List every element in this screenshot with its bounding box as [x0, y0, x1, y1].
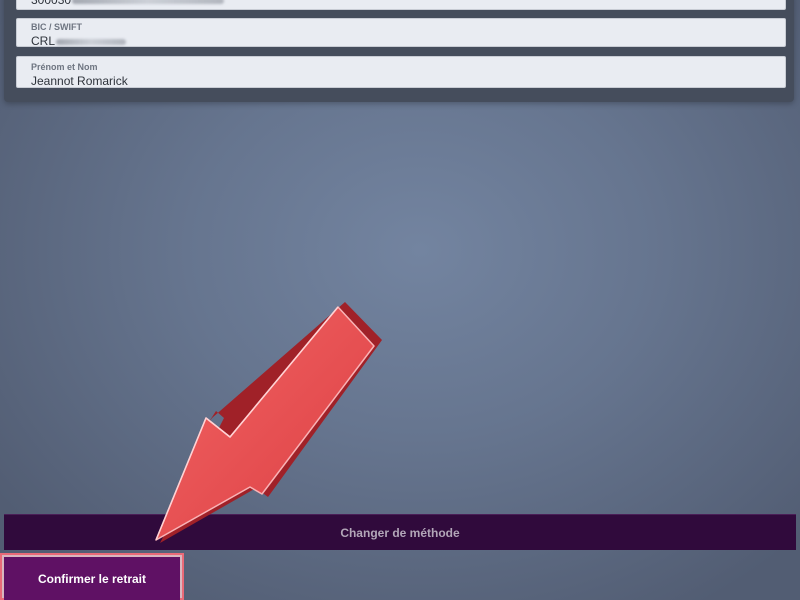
iban-field[interactable]: 300030	[16, 0, 786, 10]
bic-label: BIC / SWIFT	[31, 22, 82, 32]
bic-value: CRL	[31, 34, 127, 48]
change-method-button[interactable]: Changer de méthode	[4, 514, 796, 550]
iban-value: 300030	[31, 0, 771, 7]
redacted-blur	[72, 0, 225, 4]
arrow-side	[160, 302, 382, 543]
arrow-face	[155, 306, 375, 541]
bank-details-card: 300030 BIC / SWIFT CRL Prénom et Nom Jea…	[4, 0, 794, 102]
confirm-withdrawal-button[interactable]: Confirmer le retrait	[4, 557, 180, 600]
redacted-blur	[56, 38, 127, 45]
name-value: Jeannot Romarick	[31, 74, 128, 88]
name-label: Prénom et Nom	[31, 62, 98, 72]
bic-field[interactable]: BIC / SWIFT CRL	[16, 18, 786, 48]
arrow-highlight	[155, 306, 339, 541]
name-field[interactable]: Prénom et Nom Jeannot Romarick	[16, 56, 786, 88]
